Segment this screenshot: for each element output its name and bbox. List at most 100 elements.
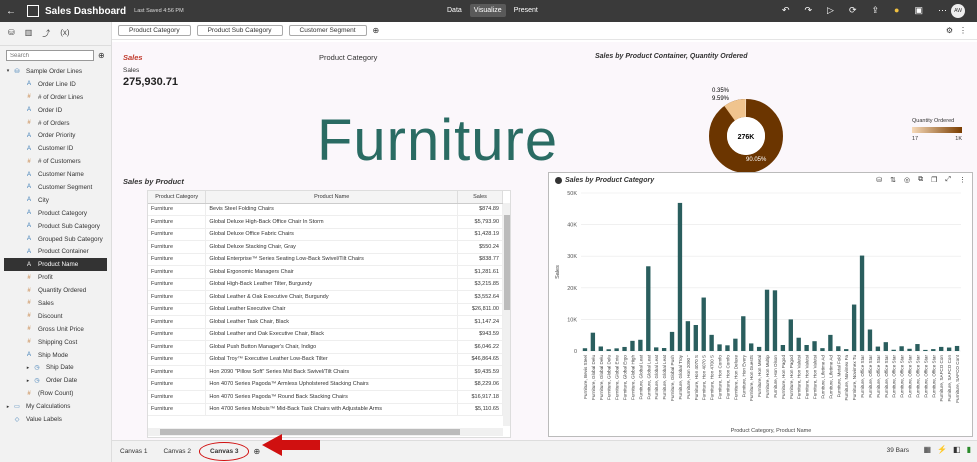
table-row[interactable]: Furniture Global Enterprise™ Series Seati…: [148, 253, 503, 266]
bar[interactable]: [923, 349, 928, 351]
bar-chart[interactable]: 010K20K30K40K50KFurniture, Bevis Steel Fu…: [549, 185, 972, 435]
analytics-tab-icon[interactable]: ⤴: [42, 28, 50, 39]
layout-icon[interactable]: ◧: [953, 445, 961, 454]
bar[interactable]: [859, 255, 865, 351]
save-icon[interactable]: ▣: [914, 5, 923, 16]
add-filter-icon[interactable]: ⊕: [373, 26, 380, 35]
data-element-item[interactable]: A Order Line ID: [4, 78, 111, 91]
bar[interactable]: [772, 290, 778, 351]
data-element-item[interactable]: A Customer ID: [4, 142, 111, 155]
bar[interactable]: [851, 304, 857, 351]
bar[interactable]: [733, 338, 738, 351]
panel-icon[interactable]: ▮: [967, 445, 971, 454]
table-row[interactable]: Furniture Global Leather and Oak Executiv…: [148, 328, 503, 341]
copy-icon[interactable]: ❐: [931, 176, 937, 184]
data-element-item[interactable]: ▸ ◷ Order Date: [4, 374, 111, 387]
back-arrow-icon[interactable]: ←: [3, 6, 19, 17]
data-element-item[interactable]: # Shipping Cost: [4, 336, 111, 349]
data-element-item[interactable]: # (Row Count): [4, 387, 111, 400]
menu-icon[interactable]: ⋯: [938, 5, 947, 16]
bar[interactable]: [638, 339, 643, 351]
data-element-item[interactable]: ▸ ▭ My Calculations: [4, 400, 111, 413]
bar[interactable]: [804, 344, 809, 351]
bar[interactable]: [677, 202, 683, 351]
data-element-item[interactable]: A Product Container: [4, 245, 111, 258]
table-row[interactable]: Furniture Global Leather & Oak Executive …: [148, 290, 503, 304]
table-row[interactable]: Furniture Global Push Button Manager's Ch…: [148, 340, 503, 354]
bar[interactable]: [764, 289, 770, 351]
bolt-icon[interactable]: ⚡: [937, 445, 947, 454]
bar[interactable]: [661, 348, 667, 351]
undo-icon[interactable]: ↶: [782, 5, 790, 16]
data-element-item[interactable]: A Customer Name: [4, 168, 111, 181]
data-element-item[interactable]: ▾ ⛁ Sample Order Lines: [4, 65, 111, 78]
filter-icon[interactable]: [555, 177, 562, 184]
data-element-item[interactable]: # # of Orders: [4, 117, 111, 130]
refresh-icon[interactable]: ⟳: [849, 5, 857, 16]
bar[interactable]: [622, 346, 627, 351]
data-element-item[interactable]: A City: [4, 194, 111, 207]
bar[interactable]: [891, 349, 896, 351]
data-element-item[interactable]: # Sales: [4, 297, 111, 310]
search-input[interactable]: [6, 50, 94, 61]
bar[interactable]: [717, 344, 722, 351]
export-icon[interactable]: ⇪: [872, 5, 880, 16]
data-element-item[interactable]: A Ship Mode: [4, 349, 111, 362]
table-row[interactable]: Furniture Global Deluxe High-Back Office …: [148, 215, 503, 229]
canvas-tab-2[interactable]: Canvas 2: [155, 448, 198, 455]
bar[interactable]: [685, 321, 691, 351]
data-element-item[interactable]: ▸ ◷ Ship Date: [4, 361, 111, 374]
table-row[interactable]: Furniture Bevis Steel Folding Chairs $874.…: [148, 203, 503, 216]
grid-icon[interactable]: ▦: [924, 445, 932, 454]
bar[interactable]: [883, 342, 888, 351]
bar[interactable]: [741, 316, 746, 351]
vertical-scrollbar[interactable]: [503, 203, 510, 426]
bar[interactable]: [946, 347, 952, 351]
data-element-item[interactable]: A Grouped Sub Category: [4, 233, 111, 246]
bar[interactable]: [939, 346, 944, 351]
table-row[interactable]: Furniture Global Leather Task Chair, Blac…: [148, 315, 503, 329]
globe-icon[interactable]: ◎: [904, 176, 910, 184]
run-icon[interactable]: ▷: [827, 5, 834, 16]
table-row[interactable]: Furniture Global High-Back Leather Tilter…: [148, 278, 503, 291]
donut-chart[interactable]: 276K 0.35% 9.59% 90.05%: [702, 82, 802, 182]
expand-icon[interactable]: ▾: [4, 68, 12, 74]
data-element-item[interactable]: A Order ID: [4, 104, 111, 117]
data-element-item[interactable]: # # of Order Lines: [4, 91, 111, 104]
expand-icon[interactable]: ▸: [4, 404, 12, 410]
bar[interactable]: [796, 337, 801, 351]
table-row[interactable]: Furniture Global Deluxe Office Fabric Cha…: [148, 228, 503, 241]
data-element-item[interactable]: A Product Sub Category: [4, 220, 111, 233]
bar[interactable]: [954, 345, 960, 351]
bar[interactable]: [915, 344, 920, 351]
bar[interactable]: [788, 319, 793, 351]
bar[interactable]: [582, 348, 588, 351]
bar[interactable]: [756, 346, 762, 351]
data-element-item[interactable]: A Order Priority: [4, 129, 111, 142]
bar[interactable]: [598, 346, 603, 351]
data-element-item[interactable]: A Customer Segment: [4, 181, 111, 194]
lightbulb-icon[interactable]: ●: [894, 5, 899, 16]
filter-customer-segment[interactable]: Customer Segment: [288, 25, 367, 36]
expand-icon[interactable]: ⤢: [945, 176, 951, 184]
table-row[interactable]: Furniture Hon 4070 Series Pagoda™ Armless…: [148, 378, 503, 391]
filter-menu-icon[interactable]: ⋮: [959, 26, 967, 35]
bar[interactable]: [931, 349, 936, 351]
table-row[interactable]: Furniture Hon 4700 Series Mobuis™ Mid-Bac…: [148, 403, 503, 416]
bar[interactable]: [899, 346, 904, 351]
expand-icon[interactable]: ▸: [24, 378, 32, 384]
col-sales[interactable]: Sales: [457, 191, 503, 204]
col-product-name[interactable]: Product Name: [205, 191, 459, 204]
bar[interactable]: [780, 344, 786, 351]
mode-data[interactable]: Data: [443, 4, 466, 17]
donut-slice-medium[interactable]: [724, 99, 747, 121]
bar[interactable]: [828, 334, 833, 351]
filter-product-sub-category[interactable]: Product Sub Category: [196, 25, 283, 36]
bar[interactable]: [812, 341, 817, 351]
table-row[interactable]: Furniture Global Ergonomic Managers Chair…: [148, 265, 503, 279]
more-icon[interactable]: ⋮: [959, 176, 966, 184]
bar[interactable]: [844, 349, 849, 351]
bar[interactable]: [669, 331, 675, 351]
mode-visualize[interactable]: Visualize: [469, 4, 506, 17]
bar[interactable]: [709, 334, 714, 351]
